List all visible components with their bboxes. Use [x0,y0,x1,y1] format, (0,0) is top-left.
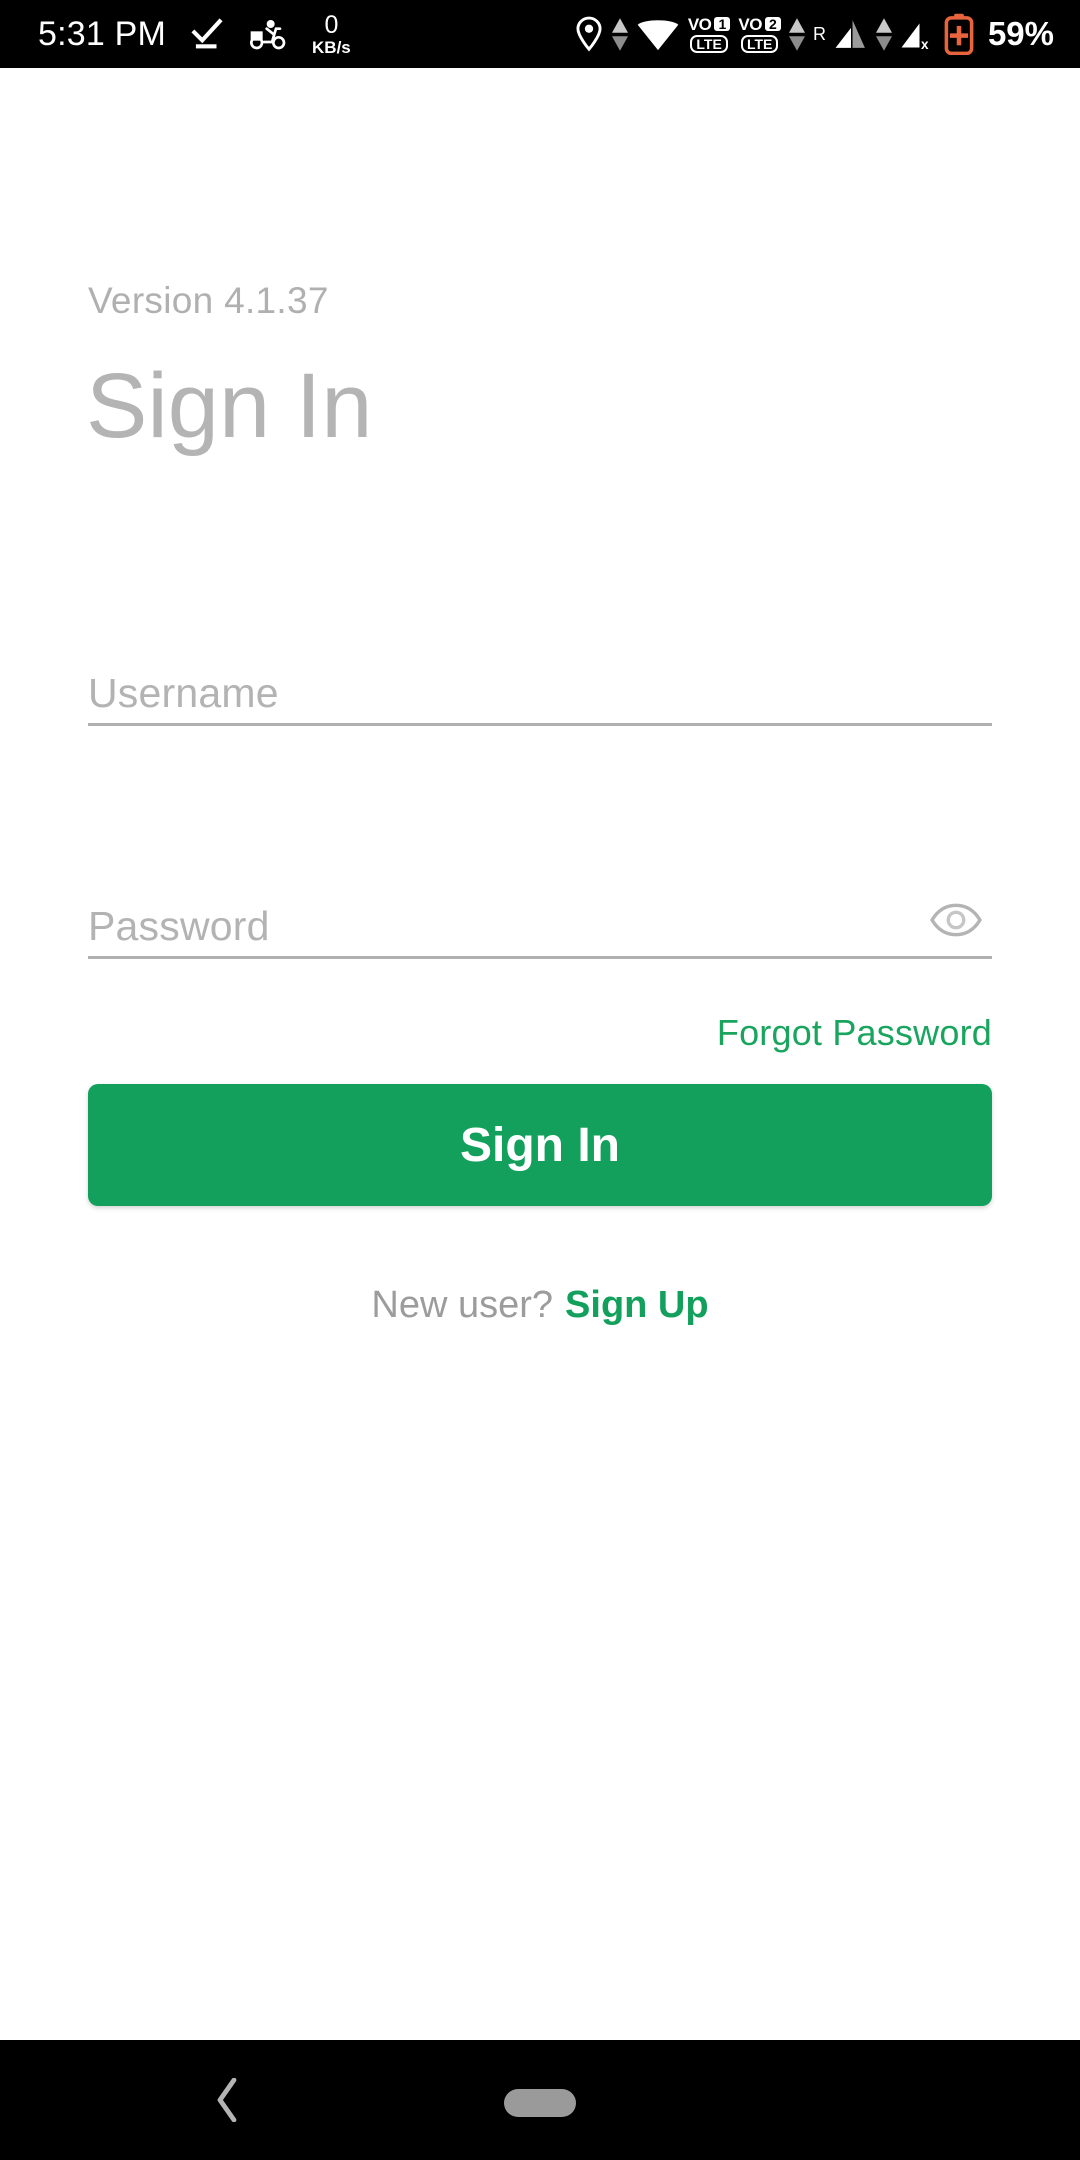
location-pin-icon [574,16,604,52]
status-bar-clock: 5:31 PM [38,14,167,53]
battery-percentage: 59% [987,15,1054,52]
sign-in-content: Version 4.1.37 Sign In Username Password [0,68,1080,2040]
status-bar: 5:31 PM 0 KB/s VO 1 LTE VO 2 LTE R x 59% [0,0,1080,68]
username-placeholder: Username [88,670,279,716]
sign-up-link[interactable]: Sign Up [565,1284,709,1327]
volte-sim1-icon: VO 1 LTE [688,16,731,53]
system-navigation-bar [0,2040,1080,2160]
checkmark-underline-icon [188,15,226,53]
username-input[interactable]: Username [88,613,992,723]
svg-text:x: x [921,37,929,51]
scooter-icon [248,16,288,52]
volte-sim2-label: VO [738,14,762,34]
username-field-group: Username [88,613,992,726]
signal-sim2-no-service-icon: x [900,17,936,51]
volte-sim2-slot: 2 [764,17,781,31]
chevron-left-icon[interactable] [206,2078,250,2122]
sign-in-button[interactable]: Sign In [88,1084,992,1206]
username-underline [88,723,992,726]
volte-sim2-tech: LTE [740,34,779,53]
volte-sim1-label: VO [687,14,712,34]
password-field-group: Password [88,846,992,959]
network-speed-value: 0 [324,10,339,39]
wifi-icon [636,16,680,52]
data-transfer-arrows-sim1-icon [788,17,805,51]
password-placeholder: Password [88,903,270,949]
forgot-password-link[interactable]: Forgot Password [717,1012,992,1054]
data-transfer-arrows-sim2-icon [875,17,892,51]
app-screen: 5:31 PM 0 KB/s VO 1 LTE VO 2 LTE R x 59%… [0,0,1080,2160]
status-bar-right: VO 1 LTE VO 2 LTE R x 59% [574,13,1080,55]
network-speed-indicator: 0 KB/s [312,10,351,57]
status-bar-left: 5:31 PM 0 KB/s [0,10,351,57]
data-transfer-arrows-icon [611,17,628,51]
password-underline [88,956,992,959]
signal-sim1-icon [834,17,868,51]
volte-sim1-slot: 1 [714,17,731,31]
page-title: Sign In [86,355,373,457]
roaming-indicator: R [812,23,826,44]
volte-sim1-tech: LTE [690,34,728,53]
password-input[interactable]: Password [88,846,992,956]
signup-prompt: New user? [371,1284,554,1326]
network-speed-unit: KB/s [312,37,351,57]
volte-sim2-icon: VO 2 LTE [738,16,781,53]
version-label: Version 4.1.37 [88,280,329,321]
home-pill-icon[interactable] [504,2089,576,2117]
eye-icon[interactable] [920,884,992,956]
signup-row: New user? Sign Up [0,1284,1080,1327]
battery-icon [944,13,974,55]
